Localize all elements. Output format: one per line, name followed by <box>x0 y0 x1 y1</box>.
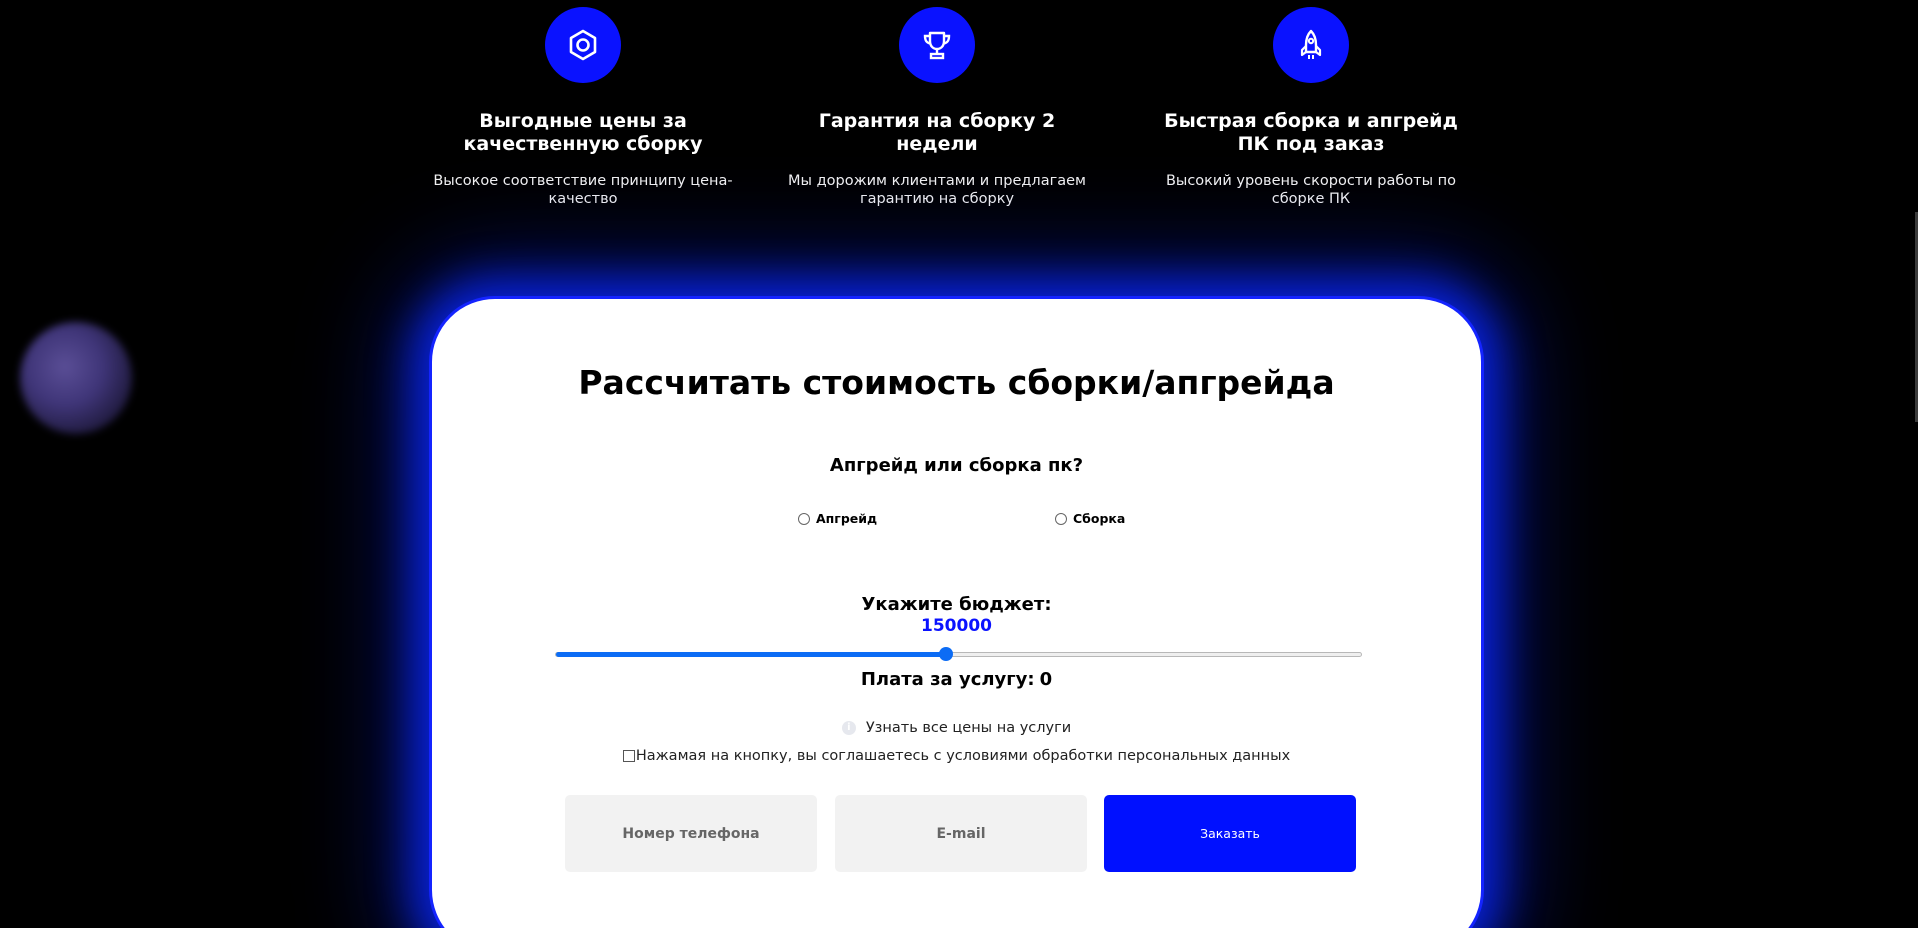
radio-label: Апгрейд <box>816 511 878 526</box>
phone-placeholder: Номер телефона <box>622 825 760 842</box>
consent-checkbox-row[interactable]: Нажамая на кнопку, вы соглашаетесь с усл… <box>432 748 1481 764</box>
all-prices-link[interactable]: i Узнать все цены на услуги <box>432 720 1481 736</box>
radio-upgrade[interactable]: Апгрейд <box>798 511 877 526</box>
budget-slider-fill <box>556 652 946 657</box>
calculator-title: Рассчитать стоимость сборки/апгрейда <box>578 363 1335 402</box>
rocket-icon <box>1300 29 1322 59</box>
radio-build[interactable]: Сборка <box>1055 511 1125 526</box>
feature-card-prices: Выгодные цены за качественную сборку Выс… <box>433 7 733 208</box>
service-type-question: Апгрейд или сборка пк? <box>829 455 1084 476</box>
decorative-sphere <box>20 322 132 434</box>
feature-card-speed: Быстрая сборка и апгрейд ПК под заказ Вы… <box>1161 7 1461 208</box>
email-input[interactable]: E-mail <box>835 795 1087 872</box>
order-button[interactable]: Заказать <box>1104 795 1356 872</box>
calculator-form-card: Рассчитать стоимость сборки/апгрейда Апг… <box>429 296 1484 928</box>
feature-description: Высокое соответствие принципу цена-качес… <box>433 173 733 207</box>
feature-title: Быстрая сборка и апгрейд ПК под заказ <box>1164 110 1458 155</box>
feature-icon-circle <box>899 7 975 83</box>
feature-title: Гарантия на сборку 2 недели <box>818 110 1056 155</box>
phone-input[interactable]: Номер телефона <box>565 795 817 872</box>
info-icon: i <box>841 721 856 735</box>
budget-label: Укажите бюджет: <box>861 594 1052 615</box>
service-fee: Плата за услугу: 0 <box>432 669 1481 690</box>
service-fee-label: Плата за услугу: <box>860 669 1035 690</box>
feature-icon-circle <box>1273 7 1349 83</box>
budget-slider[interactable] <box>555 647 1362 661</box>
email-placeholder: E-mail <box>936 825 986 842</box>
consent-checkbox[interactable] <box>622 750 635 762</box>
page: Выгодные цены за качественную сборку Выс… <box>0 0 1918 928</box>
hexagon-nut-icon <box>569 29 597 61</box>
radio-button[interactable] <box>1055 512 1067 525</box>
budget-slider-thumb[interactable] <box>938 647 953 661</box>
feature-description: Высокий уровень скорости работы по сборк… <box>1165 173 1457 207</box>
feature-card-warranty: Гарантия на сборку 2 недели Мы дорожим к… <box>787 7 1087 208</box>
trophy-icon <box>923 31 951 60</box>
radio-label: Сборка <box>1073 511 1126 526</box>
service-fee-value: 0 <box>1039 669 1053 690</box>
radio-button[interactable] <box>798 512 810 525</box>
feature-icon-circle <box>545 7 621 83</box>
consent-text: Нажамая на кнопку, вы соглашаетесь с усл… <box>635 748 1291 764</box>
all-prices-link-text[interactable]: Узнать все цены на услуги <box>866 720 1071 736</box>
budget-value: 150000 <box>921 616 992 636</box>
feature-title: Выгодные цены за качественную сборку <box>463 110 703 155</box>
feature-description: Мы дорожим клиентами и предлагаем гарант… <box>788 173 1086 207</box>
